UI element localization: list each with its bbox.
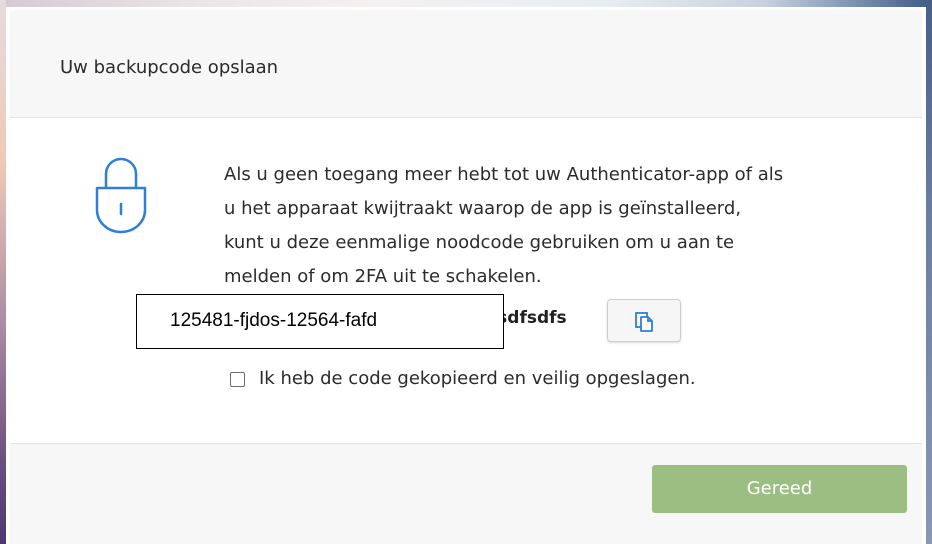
background-strip-top bbox=[0, 0, 932, 7]
done-button[interactable]: Gereed bbox=[652, 465, 907, 513]
dialog-title: Uw backupcode opslaan bbox=[60, 57, 279, 78]
dialog-footer: Gereed bbox=[10, 444, 922, 544]
background-strip-left bbox=[0, 0, 6, 544]
dialog-header: Uw backupcode opslaan bbox=[10, 10, 922, 118]
screenshot-frame: Uw backupcode opslaan Als u geen toegang… bbox=[0, 0, 932, 544]
confirm-saved-label[interactable]: Ik heb de code gekopieerd en veilig opge… bbox=[259, 368, 696, 389]
backup-code-dialog: Uw backupcode opslaan Als u geen toegang… bbox=[10, 10, 922, 544]
overlay-code-text: 125481-fjdos-12564-fafd bbox=[170, 310, 378, 331]
copy-code-button[interactable] bbox=[607, 299, 681, 342]
lock-icon bbox=[95, 157, 147, 234]
code-overlay-box: 125481-fjdos-12564-fafd bbox=[136, 294, 504, 349]
message-line: melden of om 2FA uit te schakelen. bbox=[224, 266, 542, 287]
backup-code-explanation: Als u geen toegang meer hebt tot uw Auth… bbox=[224, 158, 864, 294]
confirm-saved-checkbox[interactable] bbox=[230, 372, 245, 387]
copy-icon bbox=[635, 312, 653, 332]
message-line: u het apparaat kwijtraakt waarop de app … bbox=[224, 198, 742, 219]
message-line: kunt u deze eenmalige noodcode gebruiken… bbox=[224, 232, 735, 253]
message-line: Als u geen toegang meer hebt tot uw Auth… bbox=[224, 164, 784, 185]
background-strip-right bbox=[926, 0, 932, 544]
